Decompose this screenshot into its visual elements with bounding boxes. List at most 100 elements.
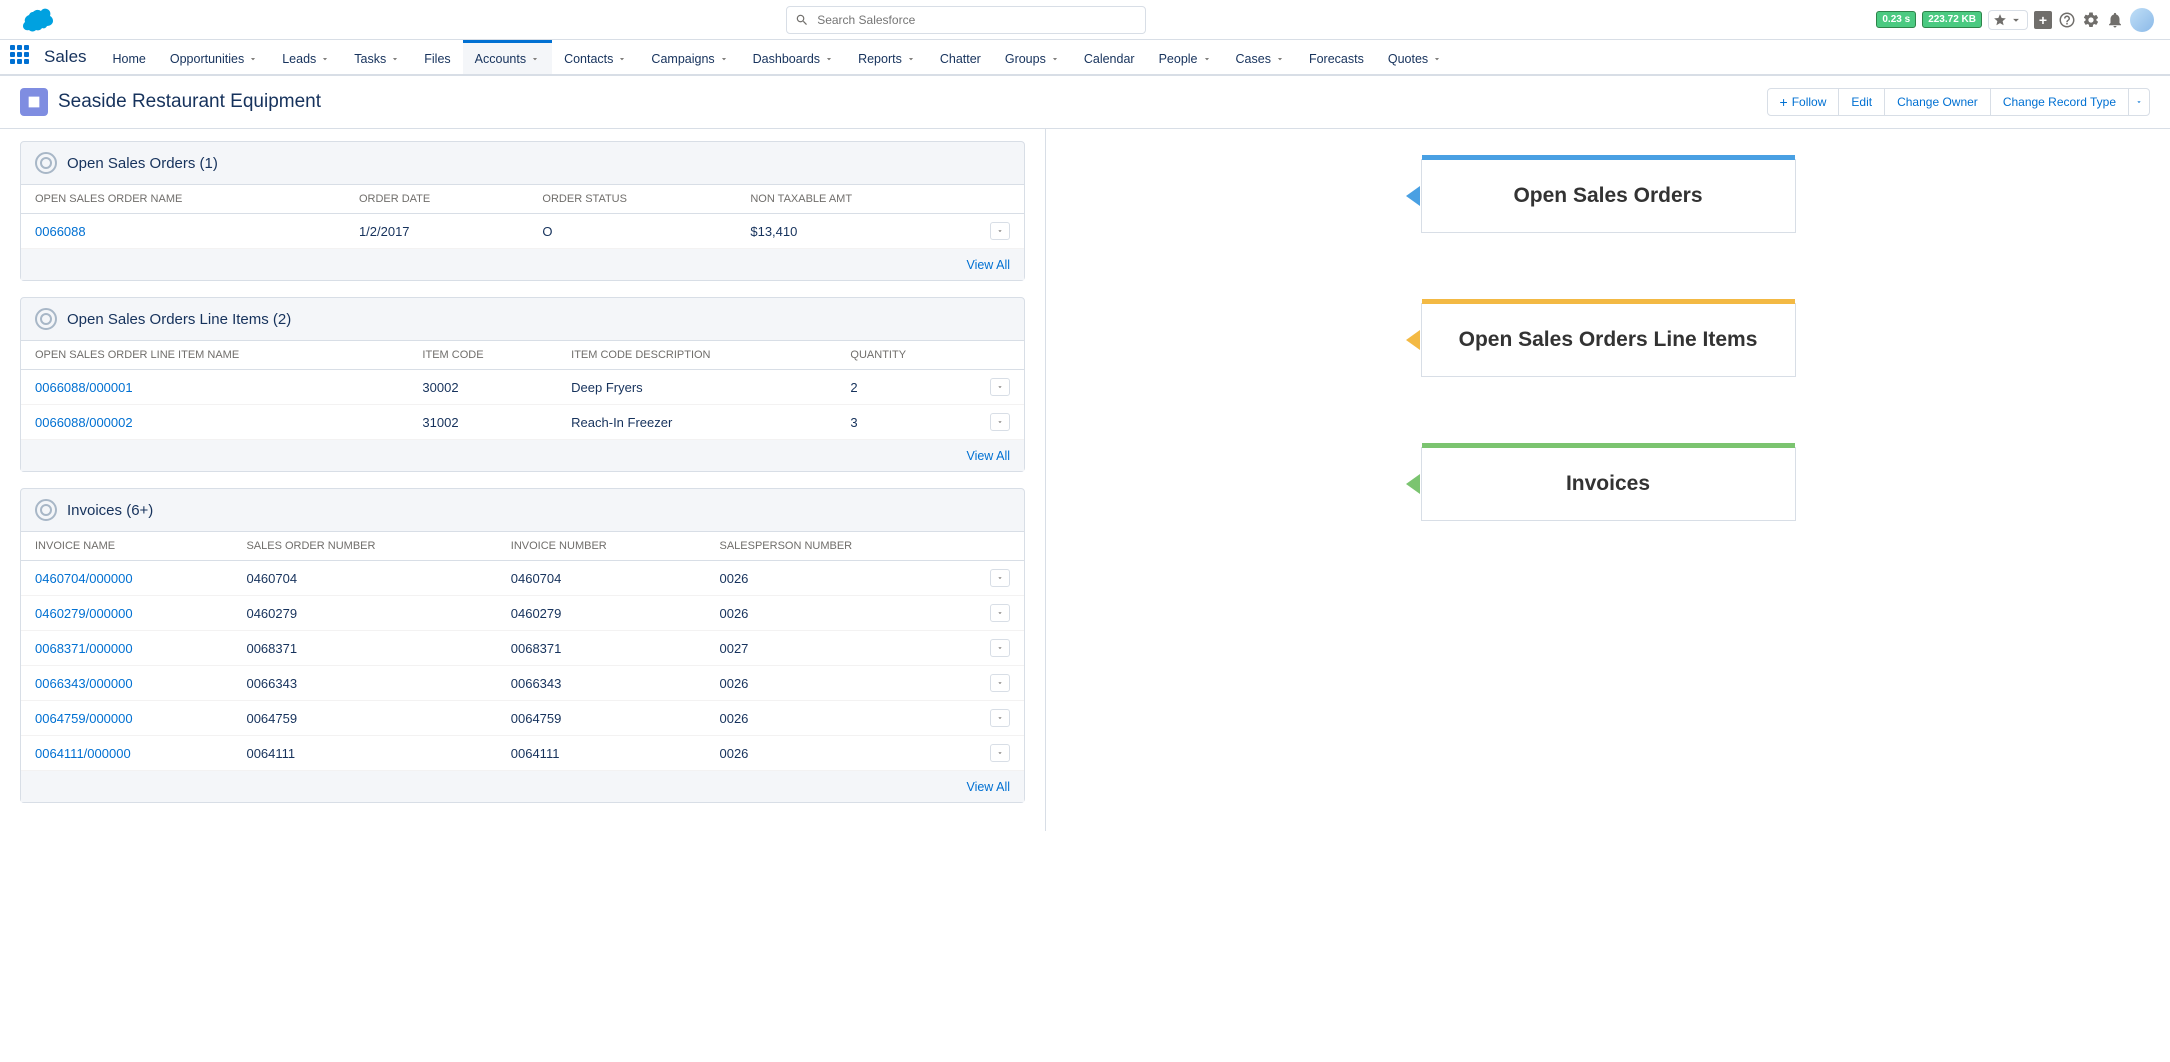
perf-size-badge: 223.72 KB — [1922, 11, 1982, 28]
invoices-card: Invoices (6+) INVOICE NAMESALES ORDER NU… — [20, 488, 1025, 803]
chevron-down-icon — [2135, 98, 2143, 106]
table-row: 00660881/2/2017O$13,410 — [21, 214, 1024, 249]
setup-gear-icon[interactable] — [2082, 11, 2100, 29]
nav-item-tasks[interactable]: Tasks — [342, 40, 412, 74]
row-menu-button[interactable] — [990, 222, 1010, 240]
table-row: 0068371/000000006837100683710027 — [21, 631, 1024, 666]
chevron-down-icon — [320, 54, 330, 64]
callout-line-items: Open Sales Orders Line Items — [1421, 303, 1796, 377]
follow-button[interactable]: +Follow — [1767, 88, 1840, 116]
column-header[interactable]: ITEM CODE — [408, 341, 557, 370]
record-link[interactable]: 0068371/000000 — [35, 641, 133, 656]
callout-label: Open Sales Orders Line Items — [1422, 328, 1795, 352]
search-input[interactable] — [817, 13, 1137, 27]
chevron-down-icon — [996, 609, 1004, 617]
change-record-type-button[interactable]: Change Record Type — [1990, 88, 2129, 116]
app-launcher-icon[interactable] — [10, 45, 34, 69]
view-all-link[interactable]: View All — [966, 780, 1010, 794]
nav-item-calendar[interactable]: Calendar — [1072, 40, 1147, 74]
open-sales-orders-table: OPEN SALES ORDER NAMEORDER DATEORDER STA… — [21, 184, 1024, 249]
nav-item-quotes[interactable]: Quotes — [1376, 40, 1454, 74]
chevron-down-icon — [1202, 54, 1212, 64]
nav-item-dashboards[interactable]: Dashboards — [741, 40, 846, 74]
record-actions-more-button[interactable] — [2128, 88, 2150, 116]
row-menu-button[interactable] — [990, 744, 1010, 762]
column-header[interactable]: NON TAXABLE AMT — [736, 185, 976, 214]
record-link[interactable]: 0460704/000000 — [35, 571, 133, 586]
chevron-down-icon — [996, 418, 1004, 426]
record-title: Seaside Restaurant Equipment — [58, 91, 1768, 113]
record-link[interactable]: 0064759/000000 — [35, 711, 133, 726]
row-menu-button[interactable] — [990, 569, 1010, 587]
row-menu-button[interactable] — [990, 604, 1010, 622]
record-link[interactable]: 0066343/000000 — [35, 676, 133, 691]
arrow-left-icon — [1406, 186, 1420, 206]
notifications-bell-icon[interactable] — [2106, 11, 2124, 29]
nav-item-opportunities[interactable]: Opportunities — [158, 40, 270, 74]
table-row: 0066088/00000231002Reach-In Freezer3 — [21, 405, 1024, 440]
row-menu-button[interactable] — [990, 413, 1010, 431]
help-icon[interactable] — [2058, 11, 2076, 29]
chevron-down-icon — [1275, 54, 1285, 64]
nav-item-accounts[interactable]: Accounts — [463, 40, 552, 74]
nav-item-people[interactable]: People — [1147, 40, 1224, 74]
callout-label: Open Sales Orders — [1422, 184, 1795, 208]
app-name: Sales — [44, 47, 87, 67]
chevron-down-icon — [617, 54, 627, 64]
record-link[interactable]: 0066088/000001 — [35, 380, 133, 395]
chevron-down-icon — [996, 574, 1004, 582]
callout-label: Invoices — [1422, 472, 1795, 496]
nav-item-forecasts[interactable]: Forecasts — [1297, 40, 1376, 74]
nav-item-chatter[interactable]: Chatter — [928, 40, 993, 74]
column-header[interactable]: OPEN SALES ORDER LINE ITEM NAME — [21, 341, 408, 370]
chevron-down-icon — [824, 54, 834, 64]
callout-invoices: Invoices — [1421, 447, 1796, 521]
record-link[interactable]: 0066088/000002 — [35, 415, 133, 430]
global-search[interactable] — [786, 6, 1146, 34]
chevron-down-icon — [996, 679, 1004, 687]
related-list-icon — [35, 308, 57, 330]
column-header[interactable]: QUANTITY — [836, 341, 976, 370]
column-header[interactable]: ORDER DATE — [345, 185, 528, 214]
nav-item-cases[interactable]: Cases — [1224, 40, 1297, 74]
invoices-table: INVOICE NAMESALES ORDER NUMBERINVOICE NU… — [21, 531, 1024, 771]
favorites-button[interactable] — [1988, 10, 2028, 30]
nav-item-campaigns[interactable]: Campaigns — [639, 40, 740, 74]
nav-item-files[interactable]: Files — [412, 40, 462, 74]
column-header[interactable]: ORDER STATUS — [528, 185, 736, 214]
view-all-link[interactable]: View All — [966, 449, 1010, 463]
global-add-button[interactable]: + — [2034, 11, 2052, 29]
perf-time-badge: 0.23 s — [1876, 11, 1916, 28]
chevron-down-icon — [906, 54, 916, 64]
row-menu-button[interactable] — [990, 709, 1010, 727]
nav-item-reports[interactable]: Reports — [846, 40, 928, 74]
chevron-down-icon — [1050, 54, 1060, 64]
view-all-link[interactable]: View All — [966, 258, 1010, 272]
nav-item-contacts[interactable]: Contacts — [552, 40, 639, 74]
column-header[interactable]: INVOICE NAME — [21, 532, 232, 561]
column-header[interactable]: SALES ORDER NUMBER — [232, 532, 496, 561]
nav-item-home[interactable]: Home — [101, 40, 158, 74]
user-avatar[interactable] — [2130, 8, 2154, 32]
record-link[interactable]: 0460279/000000 — [35, 606, 133, 621]
salesforce-logo[interactable] — [16, 6, 56, 34]
column-header[interactable]: ITEM CODE DESCRIPTION — [557, 341, 836, 370]
arrow-left-icon — [1406, 474, 1420, 494]
nav-item-groups[interactable]: Groups — [993, 40, 1072, 74]
line-items-card: Open Sales Orders Line Items (2) OPEN SA… — [20, 297, 1025, 472]
row-menu-button[interactable] — [990, 639, 1010, 657]
column-header[interactable]: SALESPERSON NUMBER — [705, 532, 976, 561]
table-row: 0460704/000000046070404607040026 — [21, 561, 1024, 596]
chevron-down-icon — [719, 54, 729, 64]
column-header[interactable]: INVOICE NUMBER — [497, 532, 706, 561]
nav-item-leads[interactable]: Leads — [270, 40, 342, 74]
column-header[interactable]: OPEN SALES ORDER NAME — [21, 185, 345, 214]
change-owner-button[interactable]: Change Owner — [1884, 88, 1991, 116]
account-icon — [20, 88, 48, 116]
record-link[interactable]: 0066088 — [35, 224, 86, 239]
edit-button[interactable]: Edit — [1838, 88, 1885, 116]
callout-open-sales-orders: Open Sales Orders — [1421, 159, 1796, 233]
record-link[interactable]: 0064111/000000 — [35, 746, 131, 761]
row-menu-button[interactable] — [990, 378, 1010, 396]
row-menu-button[interactable] — [990, 674, 1010, 692]
